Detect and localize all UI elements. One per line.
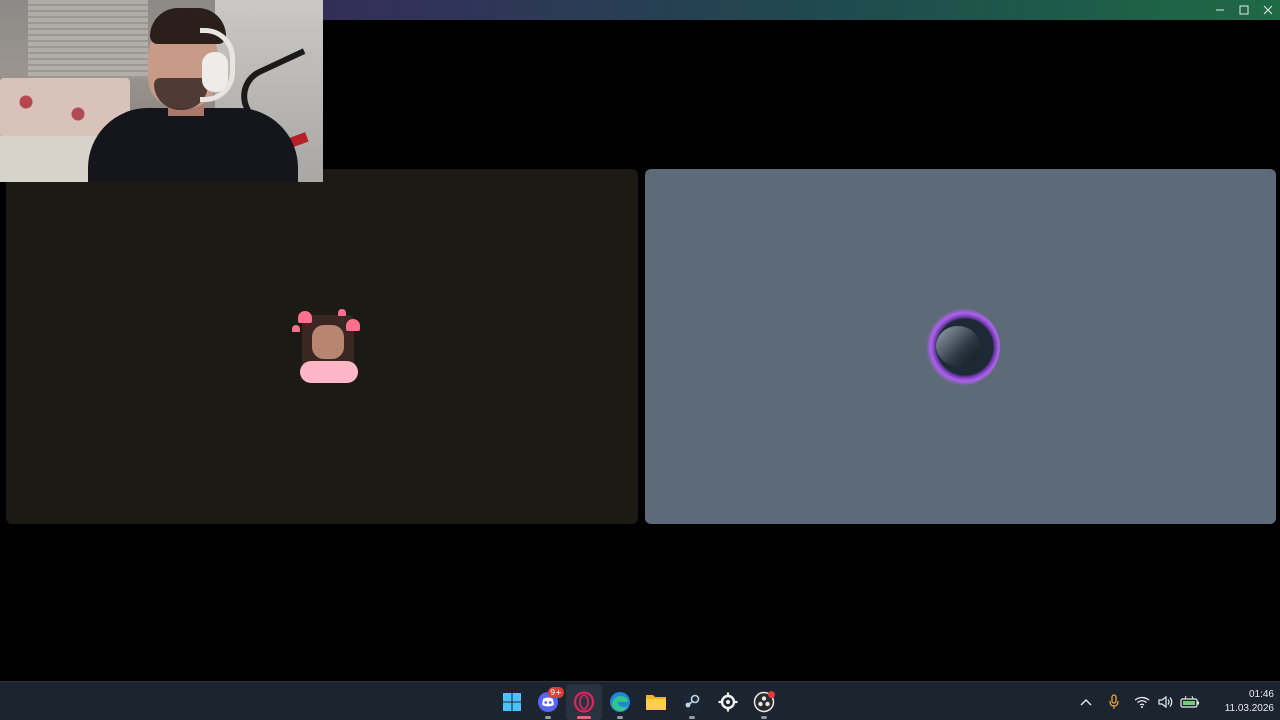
show-hidden-icons-button[interactable] (1074, 690, 1098, 714)
close-button[interactable] (1256, 0, 1280, 20)
recording-indicator (768, 690, 775, 698)
taskbar-app-steam[interactable] (674, 684, 710, 720)
window-blinds (28, 0, 148, 78)
battery-icon (1180, 695, 1199, 708)
heart-icon (338, 309, 346, 316)
window-controls (1208, 0, 1280, 20)
taskbar-apps: 9+ (494, 682, 782, 720)
taskbar: 9+ 01:46 11.03.2026 (0, 681, 1280, 720)
taskbar-app-obs[interactable] (746, 684, 782, 720)
avatar-face (312, 325, 344, 359)
maximize-button[interactable] (1232, 0, 1256, 20)
avatar-image (936, 326, 980, 366)
heart-icon (292, 325, 300, 332)
opera-icon (573, 690, 595, 713)
heart-icon (298, 311, 312, 323)
taskbar-app-file-explorer[interactable] (638, 684, 674, 720)
participant-tile-2[interactable] (645, 169, 1276, 524)
minimize-button[interactable] (1208, 0, 1232, 20)
steelseries-icon (718, 692, 738, 711)
wifi-icon (1134, 696, 1150, 708)
taskbar-app-steelseries[interactable] (710, 684, 746, 720)
speaker-icon (1158, 695, 1173, 708)
heart-icon (346, 319, 360, 331)
maximize-icon (1239, 5, 1249, 15)
running-indicator (689, 715, 695, 719)
windows-logo-icon (503, 692, 521, 711)
participant-tile-1[interactable] (6, 169, 638, 524)
taskbar-app-opera[interactable] (566, 683, 602, 720)
chevron-up-icon (1080, 698, 1092, 705)
taskbar-start-button[interactable] (494, 684, 530, 720)
system-tray: 01:46 11.03.2026 (1074, 682, 1280, 720)
microphone-button[interactable] (1102, 690, 1126, 714)
close-icon (1263, 5, 1273, 15)
battery-button[interactable] (1178, 690, 1202, 714)
running-indicator (761, 715, 767, 719)
volume-button[interactable] (1154, 690, 1178, 714)
desktop-screen: 9+ 01:46 11.03.2026 (0, 0, 1280, 720)
headphone-earcup (202, 52, 228, 92)
taskbar-clock[interactable]: 01:46 11.03.2026 (1210, 688, 1274, 716)
running-indicator (617, 715, 623, 719)
participant-avatar-ring (922, 308, 1000, 386)
participant-avatar-hearts (290, 307, 366, 387)
minimize-icon (1216, 9, 1224, 11)
network-button[interactable] (1130, 690, 1154, 714)
avatar-hands (300, 361, 358, 383)
taskbar-app-edge[interactable] (602, 684, 638, 720)
clock-date: 11.03.2026 (1224, 702, 1274, 714)
microphone-icon (1109, 693, 1119, 709)
taskbar-app-discord[interactable]: 9+ (530, 684, 566, 720)
folder-icon (646, 694, 666, 710)
steam-icon (682, 691, 702, 712)
notification-badge: 9+ (548, 686, 564, 698)
running-indicator (577, 715, 591, 719)
running-indicator (545, 715, 551, 719)
clock-time: 01:46 (1248, 688, 1274, 700)
person-body (88, 108, 298, 182)
edge-icon (610, 691, 630, 712)
webcam-overlay (0, 0, 323, 182)
